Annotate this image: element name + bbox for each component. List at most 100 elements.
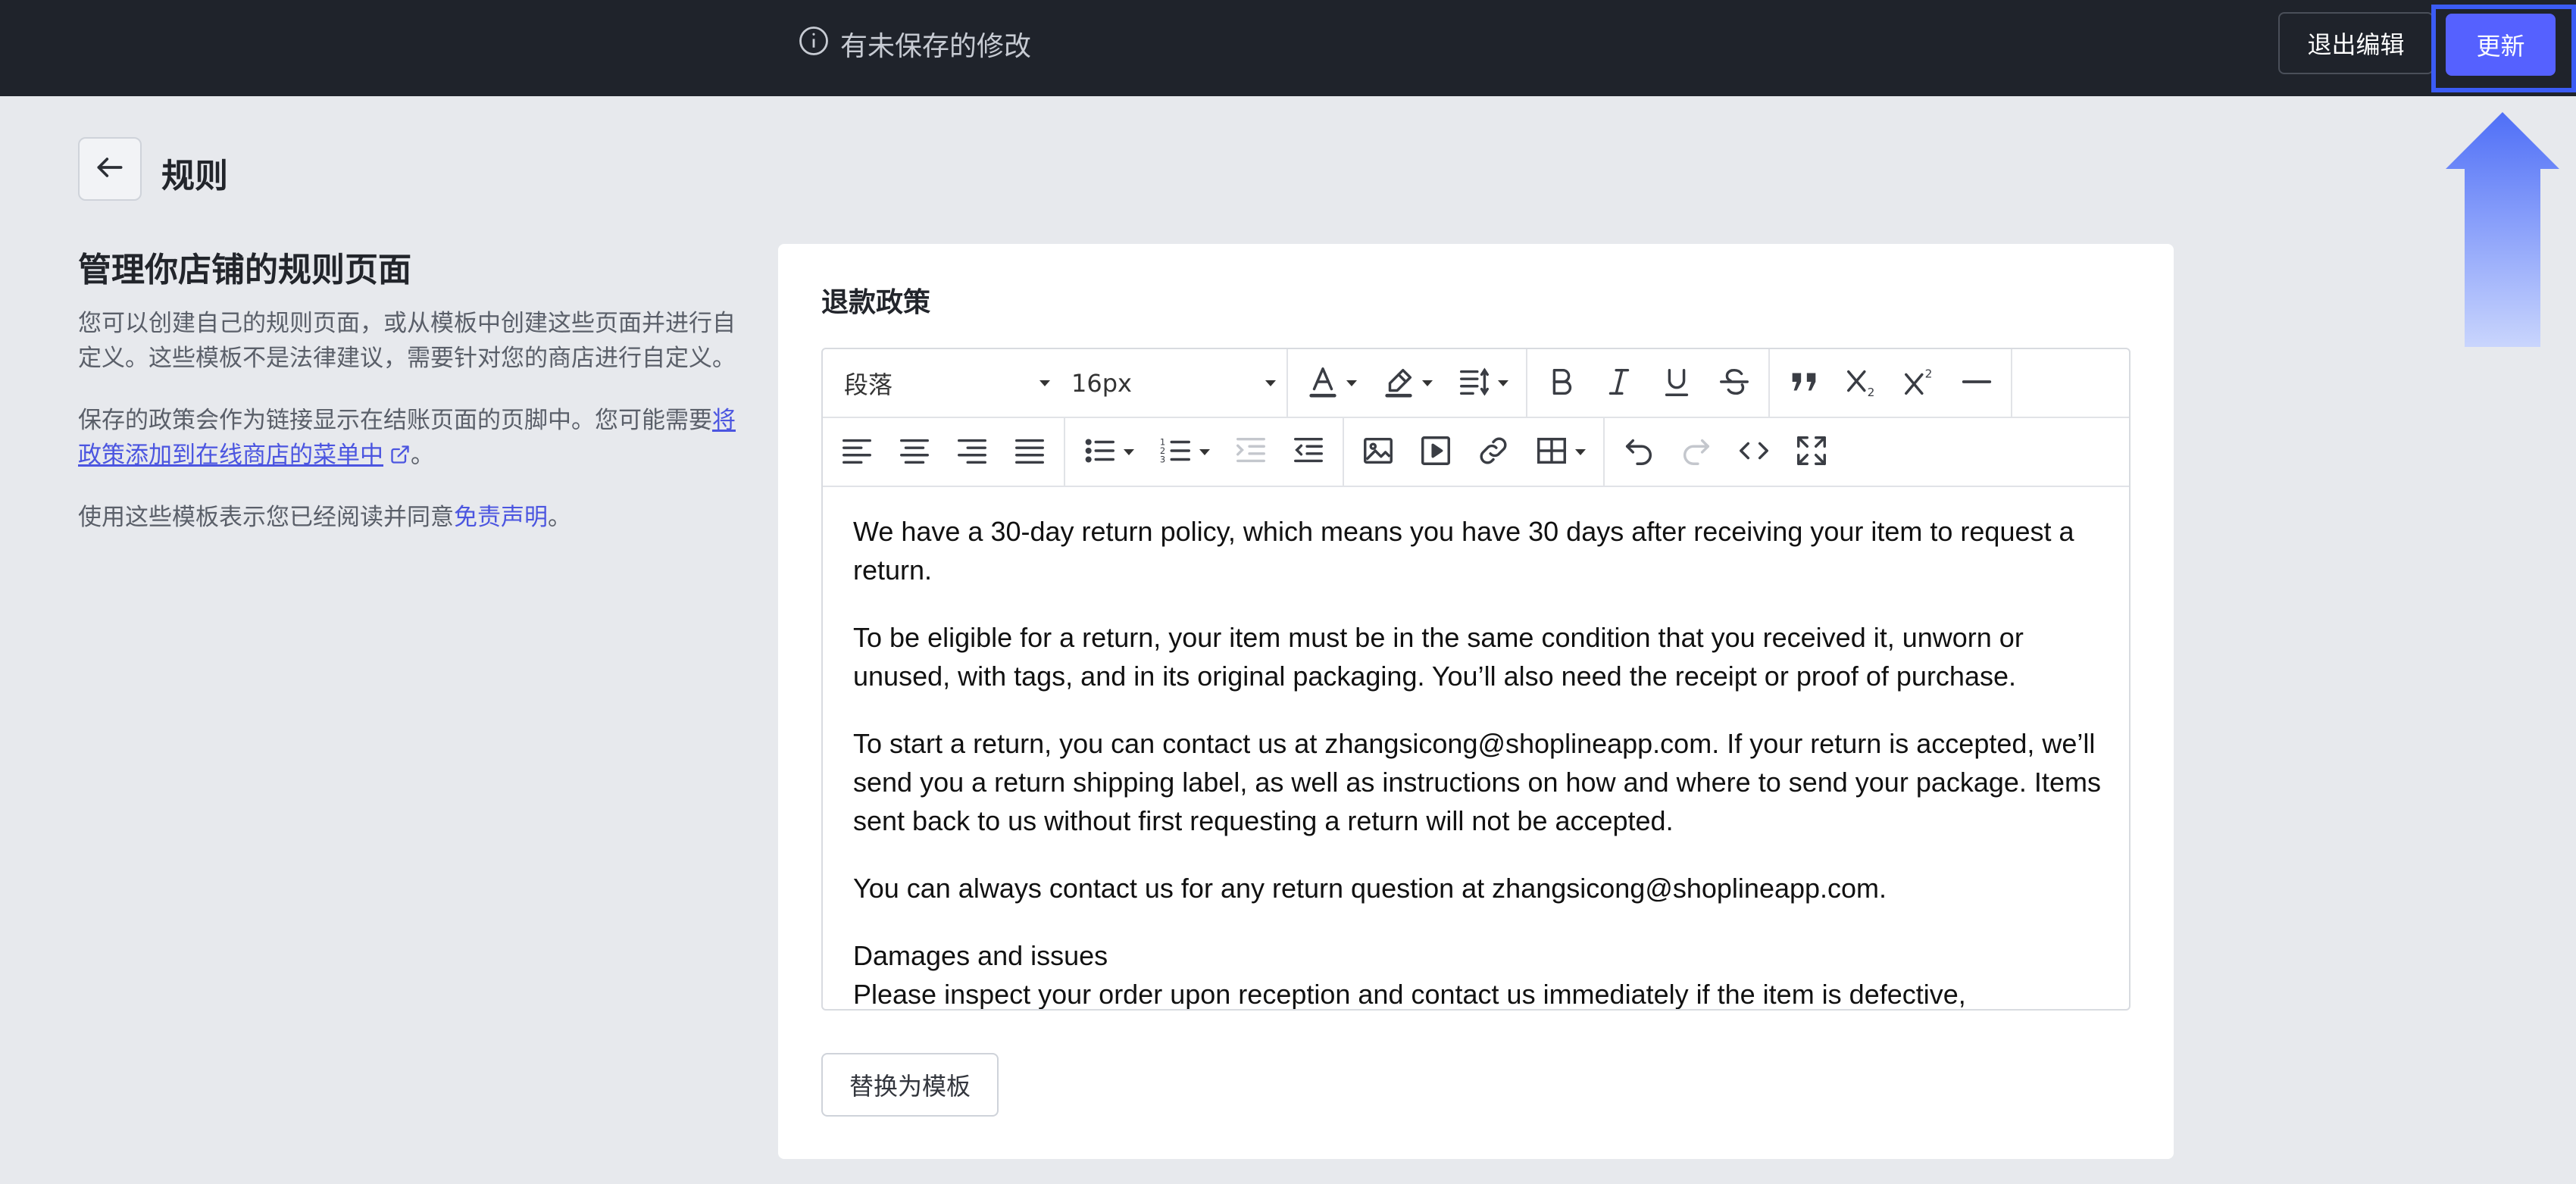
description-suffix: 。 <box>548 504 571 531</box>
content-heading: Damages and issues <box>853 940 1108 971</box>
font-size-select[interactable]: 16px <box>1061 361 1286 406</box>
insert-group <box>1344 418 1605 486</box>
align-justify-button[interactable] <box>1006 429 1053 476</box>
page-title: 规则 <box>161 157 228 195</box>
paragraph-style-select[interactable]: 段落 <box>833 361 1061 406</box>
bullet-list-button[interactable] <box>1076 429 1141 476</box>
description-paragraph-1: 您可以创建自己的规则页面，或从模板中创建这些页面并进行自定义。这些模板不是法律建… <box>78 310 736 372</box>
svg-text:2: 2 <box>1925 367 1933 380</box>
chevron-down-icon <box>1039 380 1050 386</box>
line-height-icon <box>1457 364 1492 402</box>
code-icon <box>1737 433 1771 471</box>
disclaimer-link[interactable]: 免责声明 <box>454 504 548 531</box>
outdent-icon <box>1291 433 1326 471</box>
strikethrough-icon <box>1717 364 1752 402</box>
color-align-group <box>1288 349 1527 417</box>
italic-icon <box>1602 364 1637 402</box>
align-left-icon <box>839 433 874 471</box>
align-left-button[interactable] <box>833 429 880 476</box>
redo-icon <box>1679 433 1714 471</box>
strikethrough-button[interactable] <box>1711 360 1758 407</box>
list-indent-group: 123 <box>1065 418 1344 486</box>
subscript-button[interactable]: 2 <box>1838 360 1885 407</box>
paragraph-style-value: 段落 <box>844 370 893 399</box>
horizontal-line-icon <box>1959 364 1994 402</box>
font-color-icon <box>1305 364 1340 402</box>
insert-link-button[interactable] <box>1470 429 1517 476</box>
content-paragraph: To be eligible for a return, your item m… <box>853 622 2024 692</box>
outdent-button[interactable] <box>1285 429 1332 476</box>
image-icon <box>1361 433 1396 471</box>
top-bar <box>0 0 2576 96</box>
align-center-button[interactable] <box>891 429 938 476</box>
highlight-color-button[interactable] <box>1374 360 1440 407</box>
content-paragraph: We have a 30-day return policy, which me… <box>853 516 2074 586</box>
undo-button[interactable] <box>1615 429 1662 476</box>
chevron-down-icon <box>1346 380 1357 386</box>
external-link-icon[interactable] <box>389 440 411 464</box>
fullscreen-button[interactable] <box>1788 429 1835 476</box>
table-icon <box>1534 433 1569 471</box>
editor-content[interactable]: We have a 30-day return policy, which me… <box>853 512 2111 1010</box>
content-paragraph: You can always contact us for any return… <box>853 873 1887 904</box>
description-paragraph-2: 保存的政策会作为链接显示在结账页面的页脚中。您可能需要将政策添加到在线商店的菜单… <box>78 403 745 473</box>
video-icon <box>1418 433 1453 471</box>
fullscreen-icon <box>1794 433 1829 471</box>
unsaved-changes-notice: 有未保存的修改 <box>798 26 1031 62</box>
editor-toolbar-row-1: 段落 16px 2 2 <box>823 349 2129 418</box>
source-code-button[interactable] <box>1730 429 1777 476</box>
chevron-down-icon <box>1265 380 1276 386</box>
card-title: 退款政策 <box>821 287 931 318</box>
exit-edit-button[interactable]: 退出编辑 <box>2278 12 2434 74</box>
alignment-group <box>823 418 1065 486</box>
arrow-up-indicator-icon <box>2446 112 2559 347</box>
align-right-button[interactable] <box>949 429 996 476</box>
font-size-value: 16px <box>1071 368 1132 398</box>
description-text: 保存的政策会作为链接显示在结账页面的页脚中。您可能需要 <box>78 407 712 434</box>
history-view-group <box>1605 418 1846 486</box>
chevron-down-icon <box>1422 380 1433 386</box>
insert-table-button[interactable] <box>1527 429 1593 476</box>
chevron-down-icon <box>1124 448 1134 455</box>
inline-style-group <box>1527 349 1770 417</box>
replace-with-template-button[interactable]: 替换为模板 <box>821 1053 999 1117</box>
blockquote-button[interactable] <box>1780 360 1827 407</box>
description-suffix: 。 <box>411 442 434 469</box>
svg-text:2: 2 <box>1868 386 1875 399</box>
undo-icon <box>1621 433 1656 471</box>
underline-button[interactable] <box>1653 360 1700 407</box>
italic-button[interactable] <box>1596 360 1643 407</box>
redo-button[interactable] <box>1673 429 1720 476</box>
font-color-button[interactable] <box>1299 360 1364 407</box>
bold-icon <box>1544 364 1579 402</box>
chevron-down-icon <box>1575 448 1586 455</box>
align-right-icon <box>955 433 989 471</box>
editor-toolbar-row-2: 123 <box>823 418 2129 487</box>
highlighter-icon <box>1381 364 1416 402</box>
align-justify-icon <box>1012 433 1047 471</box>
subscript-icon: 2 <box>1844 364 1879 402</box>
content-paragraph: Please inspect your order upon reception… <box>853 979 1966 1010</box>
horizontal-rule-button[interactable] <box>1953 360 2000 407</box>
rich-text-editor[interactable]: 段落 16px 2 2 1 2 3 We have a 30-day retur… <box>821 348 2131 1011</box>
numbered-list-button[interactable]: 123 <box>1152 429 1217 476</box>
bullet-list-icon <box>1083 433 1118 471</box>
chevron-down-icon <box>1498 380 1508 386</box>
insert-image-button[interactable] <box>1355 429 1402 476</box>
update-button[interactable]: 更新 <box>2446 14 2556 76</box>
info-icon <box>798 25 830 64</box>
description-paragraph-3: 使用这些模板表示您已经阅读并同意免责声明。 <box>78 500 745 535</box>
superscript-button[interactable]: 2 <box>1896 360 1943 407</box>
indent-button[interactable] <box>1227 429 1274 476</box>
insert-video-button[interactable] <box>1412 429 1459 476</box>
back-button[interactable] <box>78 137 142 201</box>
line-height-button[interactable] <box>1450 360 1515 407</box>
section-heading: 管理你店铺的规则页面 <box>78 251 411 289</box>
quote-icon <box>1787 364 1821 402</box>
underline-icon <box>1659 364 1694 402</box>
bold-button[interactable] <box>1538 360 1585 407</box>
content-paragraph: To start a return, you can contact us at… <box>853 728 2101 836</box>
link-icon <box>1476 433 1511 471</box>
chevron-down-icon <box>1199 448 1210 455</box>
